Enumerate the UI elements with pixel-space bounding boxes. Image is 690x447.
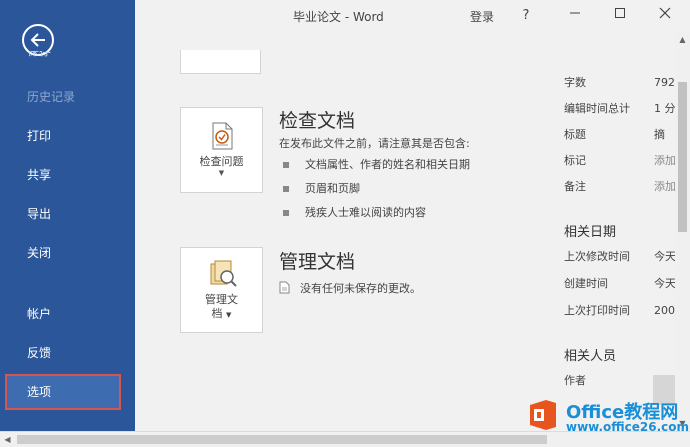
- unsaved-changes-status: 没有任何未保存的更改。: [279, 280, 421, 297]
- property-value: 今天: [654, 277, 675, 290]
- nav-item-close[interactable]: 关闭: [5, 235, 121, 271]
- related-people-heading: 相关人员: [564, 349, 617, 364]
- nav-item-save-partial[interactable]: 保存: [27, 51, 67, 63]
- property-value: 200: [654, 304, 675, 317]
- inspect-document-icon: [181, 120, 262, 155]
- watermark-url: www.office26.com: [566, 420, 690, 434]
- nav-item-options[interactable]: 选项: [5, 374, 121, 410]
- inspect-document-title: 检查文档: [279, 110, 356, 132]
- related-dates-heading: 相关日期: [564, 225, 617, 240]
- scroll-left-icon[interactable]: ◀: [0, 432, 15, 447]
- minimize-button[interactable]: [565, 6, 585, 26]
- property-value[interactable]: 添加: [654, 153, 675, 169]
- chevron-down-icon: ▼: [226, 311, 232, 319]
- vertical-scrollbar[interactable]: ▲ ▼: [675, 32, 690, 431]
- manage-document-title: 管理文档: [279, 251, 356, 273]
- site-watermark: Office教程网 www.office26.com: [526, 398, 690, 438]
- property-row-comments: 备注 添加: [564, 179, 675, 195]
- property-key: 备注: [564, 180, 586, 193]
- manage-document-label-line2: 档 ▼: [181, 307, 262, 322]
- property-row-title: 标题 摘: [564, 127, 675, 143]
- scroll-up-icon[interactable]: ▲: [675, 32, 690, 47]
- property-row-tags: 标记 添加: [564, 153, 675, 169]
- help-button[interactable]: ?: [516, 6, 536, 26]
- property-row-last-modified: 上次修改时间 今天: [564, 249, 675, 265]
- check-issues-button[interactable]: 检查问题 ▼: [180, 107, 263, 193]
- minimize-icon: [570, 12, 580, 14]
- property-key: 标题: [564, 128, 586, 141]
- property-key: 字数: [564, 76, 586, 89]
- manage-document-button[interactable]: 管理文 档 ▼: [180, 247, 263, 333]
- nav-item-feedback[interactable]: 反馈: [5, 335, 121, 371]
- property-row-edit-time: 编辑时间总计 1 分: [564, 101, 675, 117]
- property-key: 标记: [564, 154, 586, 167]
- scrollbar-thumb[interactable]: [17, 435, 547, 444]
- property-value: 792: [654, 76, 675, 89]
- protect-document-tile-partial[interactable]: [180, 50, 261, 74]
- scrollbar-thumb[interactable]: [678, 82, 687, 232]
- nav-item-export[interactable]: 导出: [5, 196, 121, 232]
- check-issues-label: 检查问题: [199, 155, 244, 168]
- office-logo-icon: [530, 400, 556, 430]
- manage-document-label-line2-text: 档: [211, 307, 223, 320]
- maximize-icon: [615, 8, 625, 18]
- info-panel: 检查问题 ▼ 检查文档 在发布此文件之前，请注意其是否包含: 文档属性、作者的姓…: [135, 32, 675, 431]
- nav-item-account[interactable]: 帐户: [5, 296, 121, 332]
- property-row-last-printed: 上次打印时间 200: [564, 303, 675, 319]
- property-value: 1 分: [654, 102, 675, 115]
- maximize-button[interactable]: [610, 6, 630, 26]
- list-item: 残疾人士难以阅读的内容: [283, 201, 470, 225]
- title-bar: 毕业论文 - Word 登录 ?: [135, 0, 690, 32]
- property-key: 上次修改时间: [564, 250, 630, 263]
- login-link[interactable]: 登录: [470, 8, 494, 25]
- arrow-left-icon: [30, 33, 45, 47]
- property-value[interactable]: 摘: [654, 127, 665, 143]
- property-key: 作者: [564, 374, 586, 387]
- list-item: 页眉和页脚: [283, 177, 470, 201]
- chevron-down-icon: ▼: [218, 169, 225, 177]
- manage-document-icon: [181, 258, 262, 293]
- manage-document-label-line1: 管理文: [205, 293, 238, 306]
- property-key: 编辑时间总计: [564, 102, 630, 115]
- properties-panel: 字数 792 编辑时间总计 1 分 标题 摘 标记 添加 备注 添加 相关日期 …: [564, 32, 675, 431]
- backstage-nav: 保存 历史记录 打印 共享 导出 关闭 帐户 反馈 选项: [0, 0, 135, 431]
- window-title: 毕业论文 - Word: [293, 10, 384, 24]
- nav-item-print[interactable]: 打印: [5, 118, 121, 154]
- inspect-bullet-list: 文档属性、作者的姓名和相关日期 页眉和页脚 残疾人士难以阅读的内容: [283, 153, 470, 225]
- close-icon: [659, 7, 671, 19]
- unsaved-changes-text: 没有任何未保存的更改。: [300, 282, 421, 295]
- inspect-document-description: 在发布此文件之前，请注意其是否包含:: [279, 137, 470, 150]
- property-row-word-count: 字数 792: [564, 75, 675, 91]
- nav-item-share[interactable]: 共享: [5, 157, 121, 193]
- document-icon: [279, 281, 290, 297]
- property-key: 创建时间: [564, 277, 608, 290]
- close-button[interactable]: [655, 6, 675, 26]
- property-value: 今天: [654, 250, 675, 263]
- property-row-created: 创建时间 今天: [564, 276, 675, 292]
- property-key: 上次打印时间: [564, 304, 630, 317]
- list-item: 文档属性、作者的姓名和相关日期: [283, 153, 470, 177]
- property-value[interactable]: 添加: [654, 179, 675, 195]
- nav-item-history: 历史记录: [27, 90, 76, 104]
